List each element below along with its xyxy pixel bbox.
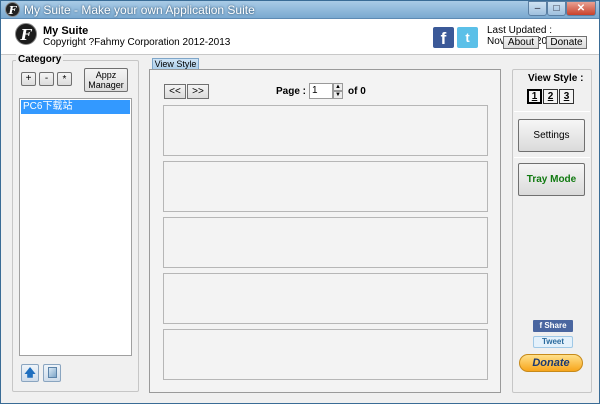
twitter-icon[interactable]: t [457, 27, 478, 48]
edit-category-button[interactable]: * [57, 72, 72, 86]
previous-page-button[interactable]: << [164, 84, 186, 99]
window-title: My Suite - Make your own Application Sui… [24, 3, 255, 17]
settings-button[interactable]: Settings [518, 119, 585, 152]
header-donate-button[interactable]: Donate [546, 36, 587, 49]
add-category-button[interactable]: + [21, 72, 36, 86]
category-list-item[interactable]: PC6下载站 [21, 100, 130, 114]
app-slot[interactable] [163, 273, 488, 324]
divider [514, 111, 590, 112]
about-button[interactable]: About [503, 36, 539, 49]
facebook-icon[interactable]: f [433, 27, 454, 48]
app-name: My Suite [43, 25, 89, 37]
appz-manager-button[interactable]: Appz Manager [84, 68, 128, 92]
maximize-button[interactable]: □ [547, 1, 566, 16]
app-slot[interactable] [163, 217, 488, 268]
view-style-label: View Style : [528, 73, 584, 84]
page-count-label: of 0 [348, 86, 366, 97]
copyright-text: Copyright ?Fahmy Corporation 2012-2013 [43, 37, 231, 48]
category-title: Category [16, 54, 64, 65]
move-up-button[interactable]: 🡅 [21, 364, 39, 382]
tweet-button[interactable]: Tweet [533, 336, 573, 348]
category-list[interactable]: PC6下载站 [19, 98, 132, 356]
app-slot[interactable] [163, 105, 488, 156]
tray-mode-button[interactable]: Tray Mode [518, 163, 585, 196]
fahmy-logo-icon: F [15, 23, 37, 45]
document-button[interactable] [43, 364, 61, 382]
divider [514, 157, 590, 158]
page-number-input[interactable]: 1 [309, 83, 333, 99]
view-style-3-button[interactable]: 3 [559, 89, 574, 104]
page-spin-up-icon[interactable]: ▲ [333, 83, 343, 91]
next-page-button[interactable]: >> [187, 84, 209, 99]
app-icon: F [5, 2, 20, 17]
view-style-2-button[interactable]: 2 [543, 89, 558, 104]
close-button[interactable]: ✕ [566, 1, 596, 16]
page-label: Page : [276, 86, 307, 97]
up-arrow-icon: 🡅 [24, 367, 36, 379]
document-icon [47, 367, 57, 378]
title-bar[interactable]: F My Suite - Make your own Application S… [1, 1, 599, 19]
minimize-button[interactable]: – [528, 1, 547, 16]
app-slot[interactable] [163, 161, 488, 212]
header-bar: F My Suite Copyright ?Fahmy Corporation … [1, 19, 599, 55]
facebook-share-button[interactable]: f Share [533, 320, 573, 332]
view-style-1-button[interactable]: 1 [527, 89, 542, 104]
remove-category-button[interactable]: - [39, 72, 54, 86]
app-slot[interactable] [163, 329, 488, 380]
page-spin-down-icon[interactable]: ▼ [333, 91, 343, 99]
donate-button[interactable]: Donate [519, 354, 583, 372]
